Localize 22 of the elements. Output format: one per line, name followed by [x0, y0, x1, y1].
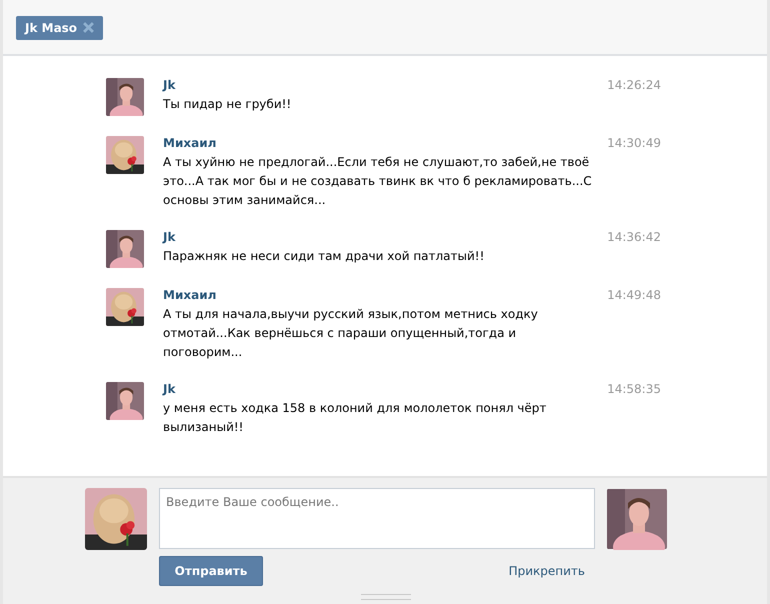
message-text: А ты для начала,выучи русский язык,потом метнись ходку отмотай...Как вернёшься с параши опущенный,тогда и поговорим... [163, 306, 539, 361]
message-time: 14:36:42 [607, 229, 661, 246]
message-time: 14:49:48 [607, 287, 661, 304]
close-icon[interactable] [83, 22, 94, 33]
message-text: Паражняк не неси сиди там драчи хой патлатый!! [163, 248, 486, 265]
attach-link[interactable]: Прикрепить [508, 562, 585, 580]
author-name[interactable]: Jk [163, 77, 176, 93]
send-button[interactable]: Отправить [159, 556, 263, 586]
message-time: 14:30:49 [607, 135, 661, 152]
author-name[interactable]: Jk [163, 229, 176, 245]
tab[interactable]: Jk Maso [16, 16, 104, 40]
author-name[interactable]: Михаил [163, 287, 216, 303]
message-time: 14:26:24 [607, 77, 661, 94]
author-name[interactable]: Jk [163, 381, 176, 397]
message-text: у меня есть ходка 158 в колоний для мололеток понял чёрт вылизаный!! [163, 400, 548, 436]
message-input[interactable]: Введите Ваше сообщение.. [159, 488, 595, 549]
message-time: 14:58:35 [607, 381, 661, 398]
tab-label: Jk Maso [25, 20, 78, 36]
message-text: А ты хуйню не предлогай...Если тебя не слушают,то забей,не твоё это...А так мог бы и не создавать твинк вк что б рекламировать...С основы этим занимайся... [163, 154, 593, 209]
resize-handle[interactable] [361, 594, 411, 600]
message-text: Ты пидар не груби!! [163, 96, 292, 113]
author-name[interactable]: Михаил [163, 135, 216, 151]
